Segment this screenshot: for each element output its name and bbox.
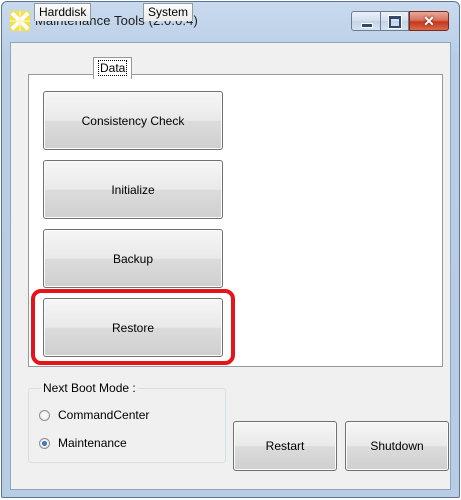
initialize-label: Initialize [111,182,155,197]
close-icon: ✕ [423,13,435,29]
close-button[interactable]: ✕ [409,11,449,31]
radio-commandcenter-label: CommandCenter [58,408,150,422]
minimize-button[interactable] [351,11,381,31]
radio-maintenance-label: Maintenance [58,436,127,450]
minimize-icon [361,23,373,28]
maximize-button[interactable] [381,11,409,31]
consistency-check-button[interactable]: Consistency Check [43,91,223,150]
tab-data-label: Data [98,60,128,76]
consistency-check-label: Consistency Check [81,113,185,128]
tab-system-label: System [148,5,189,19]
radio-maintenance-circle[interactable] [39,437,50,449]
maximize-icon [388,15,402,29]
restart-button[interactable]: Restart [233,421,337,471]
boot-mode-title: Next Boot Mode : [41,381,138,395]
shutdown-button[interactable]: Shutdown [345,421,449,471]
radio-commandcenter[interactable]: CommandCenter [39,408,149,422]
backup-button[interactable]: Backup [43,229,223,288]
restart-label: Restart [265,439,305,453]
tab-harddisk[interactable]: Harddisk [34,3,92,21]
tab-harddisk-label: Harddisk [39,5,87,19]
shutdown-label: Shutdown [370,439,424,453]
tab-system[interactable]: System [143,3,194,21]
tab-data[interactable]: Data [93,57,133,79]
initialize-button[interactable]: Initialize [43,160,223,219]
boot-mode-group [28,388,226,463]
backup-label: Backup [112,251,154,266]
radio-commandcenter-circle[interactable] [39,409,50,421]
restore-highlight-box [31,289,235,365]
radio-maintenance[interactable]: Maintenance [39,436,127,450]
app-icon [10,11,30,31]
